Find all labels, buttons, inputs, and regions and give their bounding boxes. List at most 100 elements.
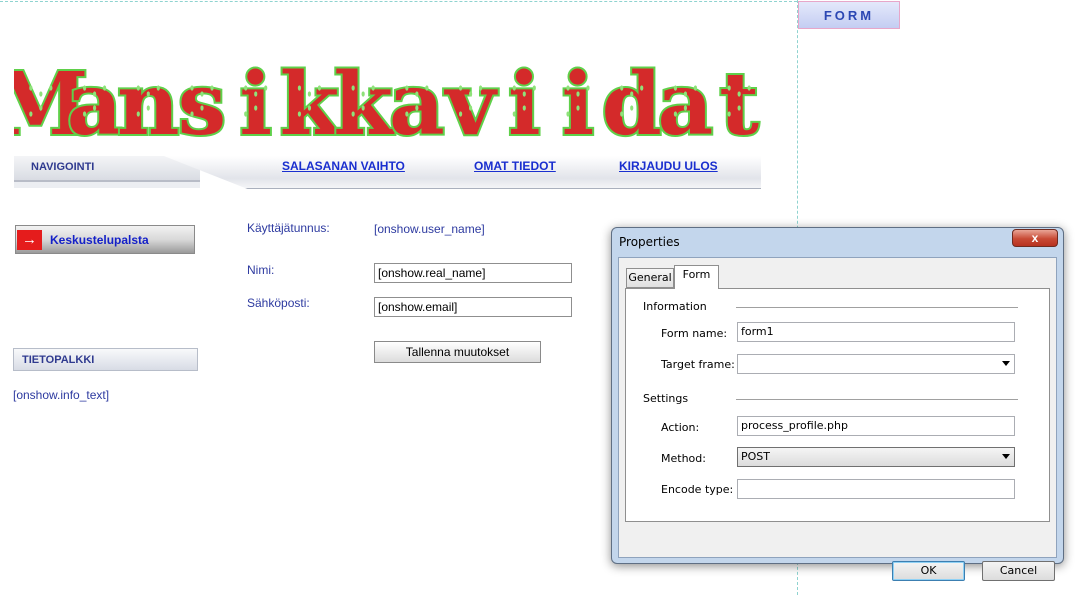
strawberry-seed: [244, 85, 248, 91]
logo-letter: d: [602, 54, 662, 146]
nav-divider: [14, 182, 200, 188]
username-label: Käyttäjätunnus:: [247, 221, 330, 235]
encode-type-field[interactable]: [737, 479, 1015, 499]
ok-button[interactable]: OK: [892, 561, 965, 581]
strawberry-seed: [82, 85, 87, 91]
form-name-label: Form name:: [661, 327, 728, 340]
target-frame-select[interactable]: [737, 354, 1015, 374]
cancel-button[interactable]: Cancel: [982, 561, 1055, 581]
strawberry-seed: [586, 85, 590, 91]
chevron-down-icon: [1002, 361, 1010, 366]
infobar-title: TIETOPALKKI: [22, 354, 95, 366]
strawberry-seed: [468, 105, 473, 111]
nav-link-logout[interactable]: KIRJAUDU ULOS: [619, 159, 718, 173]
logo-letter: v: [444, 54, 499, 146]
form-name-field[interactable]: form1: [737, 322, 1015, 342]
strawberry-seed: [264, 85, 268, 91]
target-frame-label: Target frame:: [661, 358, 735, 371]
strawberry-seed: [190, 85, 194, 91]
logo-letter: i: [239, 54, 272, 146]
strawberry-seed: [630, 105, 634, 111]
strawberry-seed: [351, 85, 355, 91]
forum-button-label: Keskustelupalsta: [50, 233, 149, 247]
strawberry-seed: [620, 111, 624, 117]
close-icon[interactable]: x: [1012, 229, 1058, 247]
email-field[interactable]: [onshow.email]: [374, 297, 572, 317]
logo-letter: k: [280, 54, 342, 146]
strawberry-seed: [727, 111, 731, 117]
logo-letter: k: [333, 54, 395, 146]
strawberry-seed: [146, 105, 150, 111]
strawberry-seed: [458, 111, 463, 117]
method-select[interactable]: POST: [737, 447, 1015, 467]
strawberry-seed: [254, 91, 258, 97]
logo-letter: i: [508, 54, 541, 146]
strawberry-logo: Mans i kka v i i da t: [14, 52, 761, 146]
strawberry-seed: [29, 85, 33, 91]
info-text: [onshow.info_text]: [13, 388, 110, 402]
form-tab-panel: Information Form name: form1 Target fram…: [625, 288, 1050, 522]
nav-title-bar: NAVIGOINTI: [14, 156, 200, 182]
nav-link-password-change[interactable]: SALASANAN VAIHTO: [282, 159, 405, 173]
name-field[interactable]: [onshow.real_name]: [374, 263, 572, 283]
strawberry-seed: [415, 91, 419, 97]
arrow-right-icon: →: [17, 230, 42, 250]
forum-button[interactable]: → Keskustelupalsta: [15, 225, 195, 254]
logo-letter: n: [117, 54, 180, 146]
form-badge[interactable]: FORM: [798, 1, 900, 29]
method-label: Method:: [661, 452, 706, 465]
logo-letter: a: [658, 54, 714, 146]
design-guide-horizontal: [0, 1, 797, 2]
settings-group-label: Settings: [643, 392, 689, 405]
strawberry-seed: [693, 85, 698, 91]
strawberry-seed: [630, 91, 634, 97]
strawberry-seed: [532, 85, 536, 91]
logo-letter: a: [389, 54, 445, 146]
strawberry-seed: [405, 85, 409, 91]
strawberry-seed: [425, 85, 429, 91]
logo-letter: a: [67, 54, 123, 146]
chevron-down-icon: [1002, 454, 1010, 459]
strawberry-seed: [244, 111, 248, 117]
strawberry-seed: [747, 85, 751, 91]
nav-link-my-info[interactable]: OMAT TIEDOT: [474, 159, 556, 173]
strawberry-seed: [566, 111, 570, 117]
nav-title: NAVIGOINTI: [31, 161, 95, 173]
strawberry-seed: [82, 111, 87, 117]
strawberry-seed: [620, 85, 624, 91]
strawberry-seed: [737, 91, 741, 97]
strawberry-seed: [673, 111, 678, 117]
properties-dialog: Properties x General Form Information Fo…: [611, 227, 1064, 581]
strawberry-seed: [210, 85, 214, 91]
information-group-label: Information: [643, 300, 707, 313]
action-field[interactable]: process_profile.php: [737, 416, 1015, 436]
strawberry-seed: [522, 105, 526, 111]
strawberry-seed: [478, 85, 483, 91]
strawberry-seed: [39, 91, 43, 97]
save-button[interactable]: Tallenna muutokset: [374, 341, 541, 363]
strawberry-seed: [576, 105, 580, 111]
dialog-body: General Form Information Form name: form…: [618, 257, 1057, 581]
strawberry-seed: [317, 85, 322, 91]
strawberry-seed: [458, 85, 463, 91]
strawberry-seed: [49, 85, 53, 91]
strawberry-seed: [683, 105, 688, 111]
strawberry-seed: [351, 111, 355, 117]
strawberry-seed: [576, 91, 580, 97]
strawberry-seed: [297, 111, 302, 117]
settings-divider: [736, 399, 1018, 400]
logo-letter: t: [719, 54, 759, 146]
logo-letter: s: [178, 54, 226, 146]
strawberry-seed: [512, 111, 516, 117]
information-divider: [736, 307, 1018, 308]
tab-form[interactable]: Form: [674, 265, 719, 289]
strawberry-seed: [640, 85, 644, 91]
action-label: Action:: [661, 421, 700, 434]
tab-general[interactable]: General: [626, 268, 674, 288]
method-value: POST: [741, 450, 770, 463]
strawberry-seed: [361, 105, 365, 111]
strawberry-seed: [92, 91, 97, 97]
strawberry-seed: [673, 85, 678, 91]
strawberry-seed: [39, 105, 43, 111]
strawberry-seed: [566, 85, 570, 91]
